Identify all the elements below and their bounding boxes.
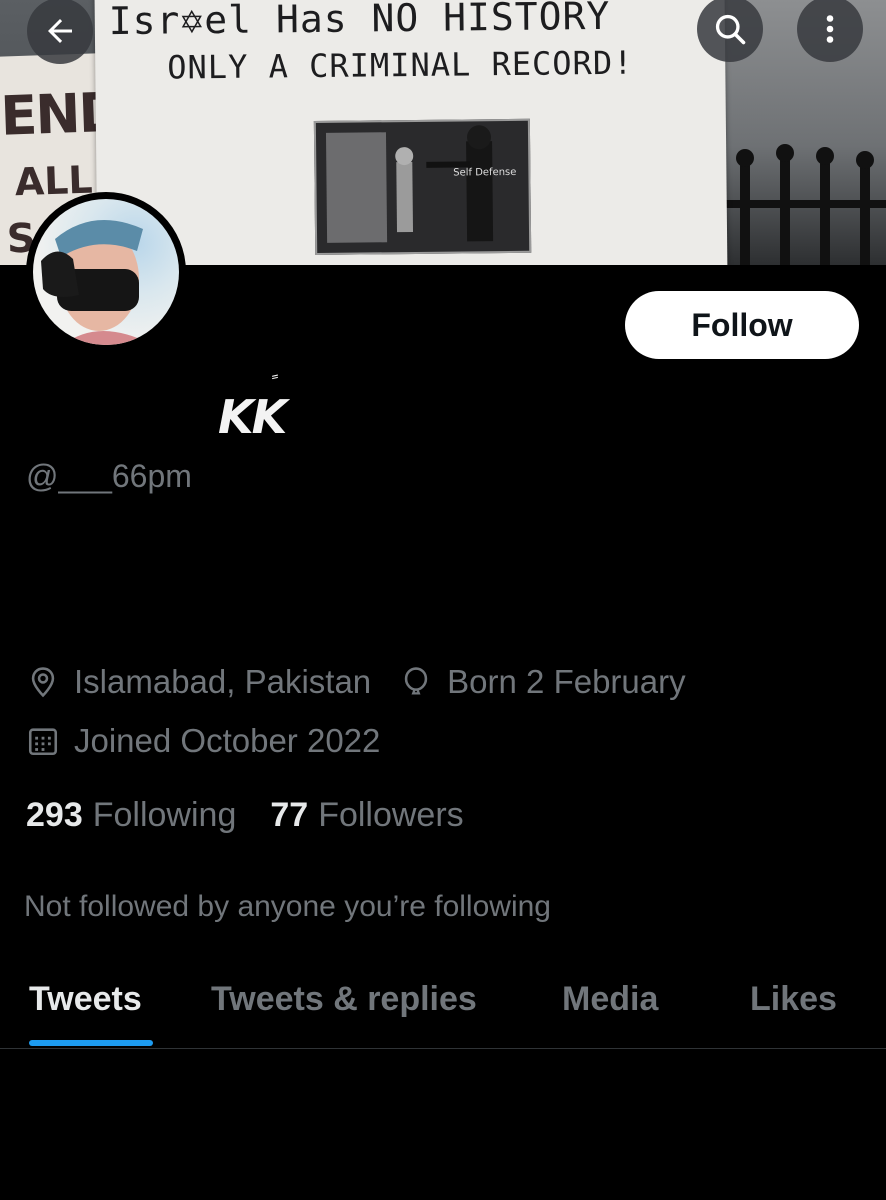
followers-count: 77	[270, 796, 309, 834]
follow-button[interactable]: Follow	[625, 291, 859, 359]
back-button[interactable]	[27, 0, 93, 64]
followers-link[interactable]: 77 Followers	[270, 796, 463, 835]
profile-meta-row-2: Joined October 2022	[26, 722, 380, 760]
profile-meta-row-1: Islamabad, Pakistan Born 2 February	[26, 663, 686, 701]
balloon-icon	[399, 665, 433, 699]
sign-text-line-2: ONLY A CRIMINAL RECORD!	[167, 43, 634, 87]
tab-media[interactable]: Media	[562, 980, 658, 1019]
cartoon-label: Self Defense	[453, 166, 517, 179]
active-tab-indicator	[29, 1040, 153, 1046]
search-icon	[715, 14, 746, 45]
profile-joined-date: Joined October 2022	[74, 722, 381, 759]
banner-protest-sign: Isr✡el Has NO HISTORY ONLY A CRIMINAL RE…	[94, 0, 728, 265]
followers-label: Followers	[318, 796, 464, 834]
avatar[interactable]	[26, 192, 186, 352]
tab-tweets-and-replies[interactable]: Tweets & replies	[211, 980, 477, 1019]
profile-birthday: Born 2 February	[447, 663, 686, 700]
avatar-illustration	[41, 220, 153, 345]
location-icon	[26, 665, 60, 699]
more-vertical-icon	[826, 15, 834, 43]
display-name: KK ً	[218, 372, 287, 444]
following-label: Following	[92, 796, 237, 834]
following-count: 293	[26, 796, 83, 834]
tab-tweets[interactable]: Tweets	[29, 980, 142, 1019]
user-handle: @___66pm	[26, 458, 192, 494]
arrow-left-icon	[48, 19, 72, 43]
calendar-icon	[26, 724, 60, 758]
not-followed-notice: Not followed by anyone you’re following	[24, 890, 551, 923]
display-name-text: KK	[218, 390, 287, 444]
sign-text-line-1: Isr✡el Has NO HISTORY	[108, 0, 611, 44]
following-link[interactable]: 293 Following	[26, 796, 236, 835]
sign-cartoon: Self Defense	[313, 118, 532, 256]
follow-counts: 293 Following 77 Followers	[26, 796, 464, 835]
cartoon-illustration	[325, 125, 494, 243]
avatar-image	[33, 199, 179, 345]
tab-likes[interactable]: Likes	[750, 980, 837, 1019]
profile-tabs: Tweets Tweets & replies Media Likes	[0, 960, 886, 1049]
profile-location: Islamabad, Pakistan	[74, 663, 372, 700]
banner-fence	[720, 144, 886, 265]
